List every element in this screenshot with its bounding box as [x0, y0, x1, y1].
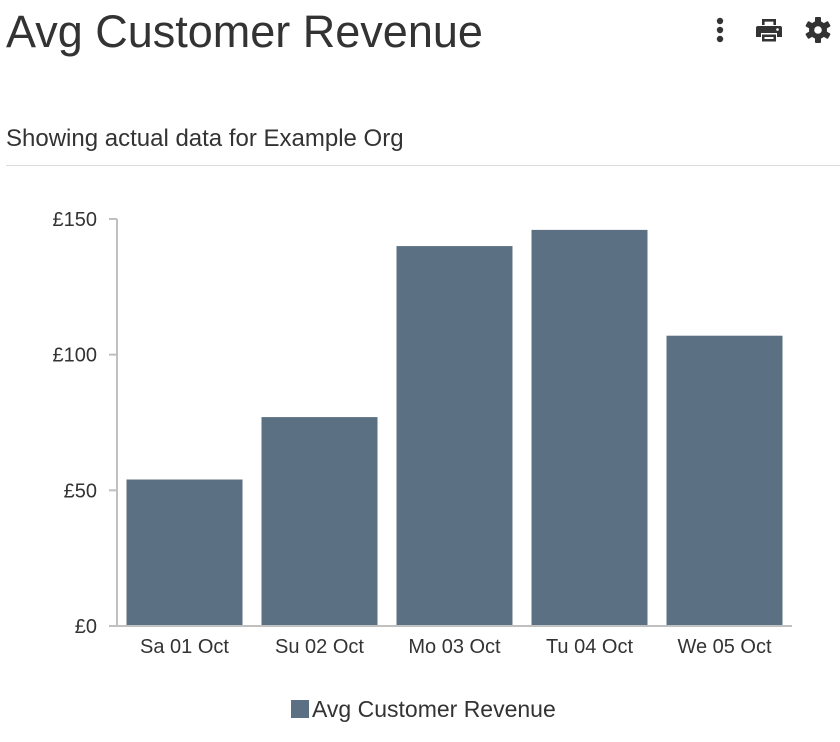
bar-4[interactable]	[531, 229, 648, 626]
x-tick-label: Tu 04 Oct	[546, 636, 634, 658]
bar-1[interactable]	[126, 479, 243, 627]
x-tick-label: Mo 03 Oct	[408, 636, 501, 658]
chart-legend[interactable]: Avg Customer Revenue	[291, 694, 556, 724]
y-tick-label: £100	[53, 345, 98, 367]
y-tick-label: £0	[75, 616, 97, 638]
bar-3[interactable]	[396, 246, 513, 626]
legend-swatch	[291, 700, 309, 718]
x-tick-label: Su 02 Oct	[275, 636, 364, 658]
x-tick-label: We 05 Oct	[677, 636, 772, 658]
bar-5[interactable]	[666, 335, 783, 626]
y-tick-label: £50	[64, 480, 97, 502]
legend-label: Avg Customer Revenue	[312, 695, 556, 722]
bar-2[interactable]	[261, 417, 378, 626]
y-tick-label: £150	[53, 209, 98, 231]
bar-chart: £0 £50 £100 £150 Sa 01 Oct Su 02 Oct Mo 03 Oc…	[53, 209, 792, 658]
x-tick-label: Sa 01 Oct	[140, 636, 229, 658]
